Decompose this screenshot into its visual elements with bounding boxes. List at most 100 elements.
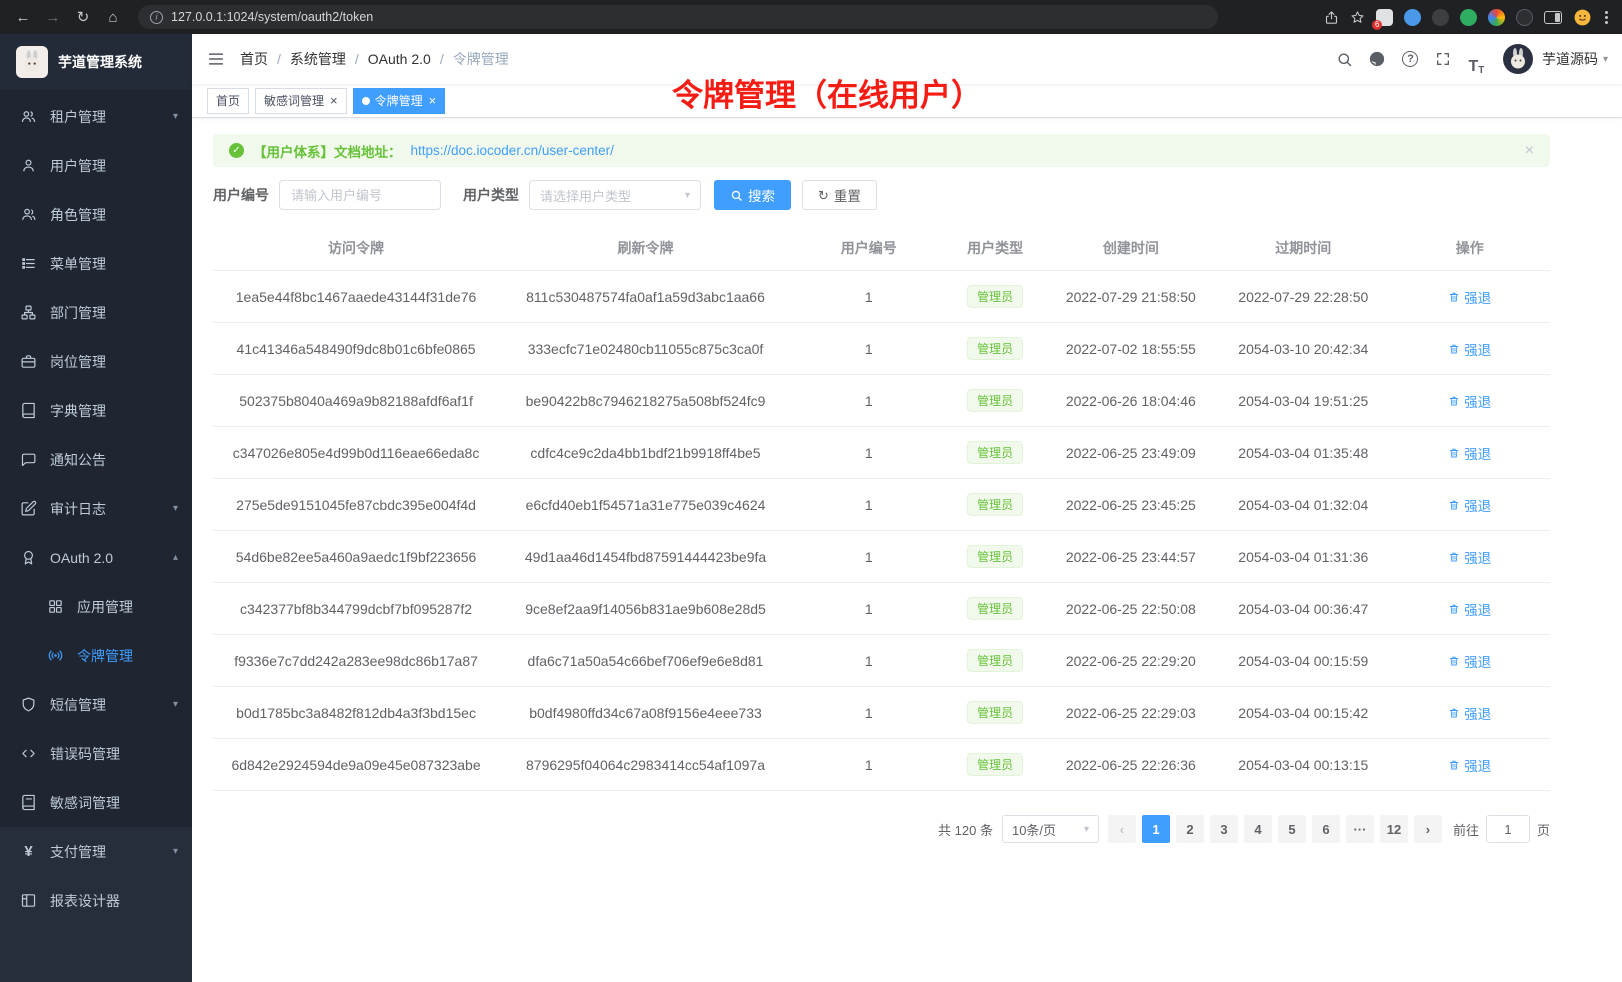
browser-refresh-icon[interactable]: ↻ [70,4,96,30]
browser-back-icon[interactable]: ← [10,4,36,30]
page-button-4[interactable]: 4 [1244,815,1272,843]
extension-blue-icon[interactable] [1404,9,1421,26]
sidebar-item-menu[interactable]: 菜单管理 [0,239,192,288]
sidebar-item-errcode[interactable]: 错误码管理 [0,729,192,778]
sidebar-item-token[interactable]: 令牌管理 [0,631,192,680]
trash-icon [1451,397,1459,405]
force-logout-button[interactable]: 强退 [1448,703,1491,723]
extension-green-icon[interactable] [1460,9,1477,26]
refresh-token-cell: 8796295f04064c2983414cc54af1097a [499,739,792,791]
app-container: 芋道管理系统 租户管理 ▾ 用户管理 角色管理 菜单管理 部门管理 [0,34,1622,982]
bookmark-star-icon[interactable] [1350,10,1365,25]
next-page-button[interactable]: › [1414,815,1442,843]
extension-badged-icon[interactable]: 6 [1376,9,1393,26]
browser-menu-icon[interactable] [1603,9,1610,26]
sidebar-item-sensitive-word[interactable]: 敏感词管理 [0,778,192,827]
sidebar-item-tenant[interactable]: 租户管理 ▾ [0,92,192,141]
briefcase-icon [20,353,37,370]
sidebar-item-dict[interactable]: 字典管理 [0,386,192,435]
breadcrumb-home[interactable]: 首页 [240,49,268,69]
reset-button[interactable]: ↻ 重置 [802,180,877,210]
trash-icon [1451,709,1459,717]
navbar-right: ? TT 芋道源码 ▾ [1328,42,1622,76]
tab-sensitive-word[interactable]: 敏感词管理 × [255,88,347,114]
sidebar-item-dept[interactable]: 部门管理 [0,288,192,337]
app-logo[interactable]: 芋道管理系统 [0,34,192,90]
user-name[interactable]: 芋道源码 [1542,49,1598,69]
tab-token-active[interactable]: 令牌管理 × [353,88,446,114]
sidebar-item-label: 支付管理 [50,842,106,862]
page-button-5[interactable]: 5 [1278,815,1306,843]
user-id-cell: 1 [792,739,946,791]
tab-home[interactable]: 首页 [207,88,249,114]
force-logout-button[interactable]: 强退 [1448,391,1491,411]
force-logout-button[interactable]: 强退 [1448,339,1491,359]
sidebar-item-oauth-app[interactable]: 应用管理 [0,582,192,631]
sidebar-item-pay[interactable]: ¥ 支付管理 ▾ [0,827,192,876]
extension-gray-icon[interactable] [1516,9,1533,26]
browser-address-bar[interactable]: i 127.0.0.1:1024/system/oauth2/token [138,5,1218,29]
close-icon[interactable]: × [330,94,338,107]
sidebar: 芋道管理系统 租户管理 ▾ 用户管理 角色管理 菜单管理 部门管理 [0,34,192,982]
extension-dark-icon[interactable] [1432,9,1449,26]
sidebar-item-oauth[interactable]: OAuth 2.0 ▴ [0,533,192,582]
site-info-icon[interactable]: i [150,11,163,24]
side-panel-icon[interactable] [1544,11,1562,24]
breadcrumb-separator: / [277,51,281,67]
sidebar-item-report-designer[interactable]: 报表设计器 [0,876,192,925]
breadcrumb-oauth[interactable]: OAuth 2.0 [368,51,431,67]
prev-page-button[interactable]: ‹ [1108,815,1136,843]
user-type-badge: 管理员 [967,649,1023,672]
page-button-12[interactable]: 12 [1380,815,1408,843]
user-type-select[interactable]: 请选择用户类型 ▾ [529,180,701,210]
force-logout-button[interactable]: 强退 [1448,547,1491,567]
sidebar-item-user[interactable]: 用户管理 [0,141,192,190]
user-avatar[interactable] [1503,44,1533,74]
user-menu-caret-icon[interactable]: ▾ [1603,54,1608,65]
question-mark-icon: ? [1402,51,1418,67]
user-id-input[interactable] [279,180,441,210]
force-logout-button[interactable]: 强退 [1448,599,1491,619]
fullscreen-icon[interactable] [1427,42,1460,76]
page-button-6[interactable]: 6 [1312,815,1340,843]
close-icon[interactable]: × [1525,143,1534,159]
chevron-down-icon: ▾ [173,111,178,122]
sidebar-item-notice[interactable]: 通知公告 [0,435,192,484]
sidebar-item-post[interactable]: 岗位管理 [0,337,192,386]
user-id-cell: 1 [792,271,946,323]
help-icon[interactable]: ? [1394,42,1427,76]
share-icon[interactable] [1324,10,1339,25]
font-size-icon[interactable]: TT [1460,42,1493,76]
sidebar-item-audit-log[interactable]: 审计日志 ▾ [0,484,192,533]
page-size-select[interactable]: 10条/页 ▾ [1002,815,1099,843]
browser-profile-avatar[interactable] [1573,8,1592,27]
broadcast-icon [47,647,64,664]
extension-colorful-icon[interactable] [1488,9,1505,26]
force-logout-button[interactable]: 强退 [1448,755,1491,775]
sidebar-item-sms[interactable]: 短信管理 ▾ [0,680,192,729]
doc-link[interactable]: https://doc.iocoder.cn/user-center/ [411,143,614,158]
search-button-label: 搜索 [748,185,775,205]
force-logout-button[interactable]: 强退 [1448,287,1491,307]
sidebar-item-role[interactable]: 角色管理 [0,190,192,239]
browser-forward-icon[interactable]: → [40,4,66,30]
action-cell: 强退 [1390,739,1550,791]
page-button-1[interactable]: 1 [1142,815,1170,843]
search-icon[interactable] [1328,42,1361,76]
page-ellipsis-button[interactable]: ··· [1346,815,1374,843]
github-icon[interactable] [1361,42,1394,76]
search-button[interactable]: 搜索 [714,180,791,210]
force-logout-button[interactable]: 强退 [1448,651,1491,671]
action-cell: 强退 [1390,271,1550,323]
close-icon[interactable]: × [429,94,437,107]
sidebar-toggle-icon[interactable] [192,34,240,84]
sidebar-item-label: OAuth 2.0 [50,550,113,566]
expires-cell: 2054-03-04 00:15:59 [1217,635,1389,687]
force-logout-button[interactable]: 强退 [1448,495,1491,515]
page-button-3[interactable]: 3 [1210,815,1238,843]
page-button-2[interactable]: 2 [1176,815,1204,843]
breadcrumb-system[interactable]: 系统管理 [290,49,346,69]
browser-home-icon[interactable]: ⌂ [100,4,126,30]
goto-page-input[interactable] [1486,815,1530,843]
force-logout-button[interactable]: 强退 [1448,443,1491,463]
